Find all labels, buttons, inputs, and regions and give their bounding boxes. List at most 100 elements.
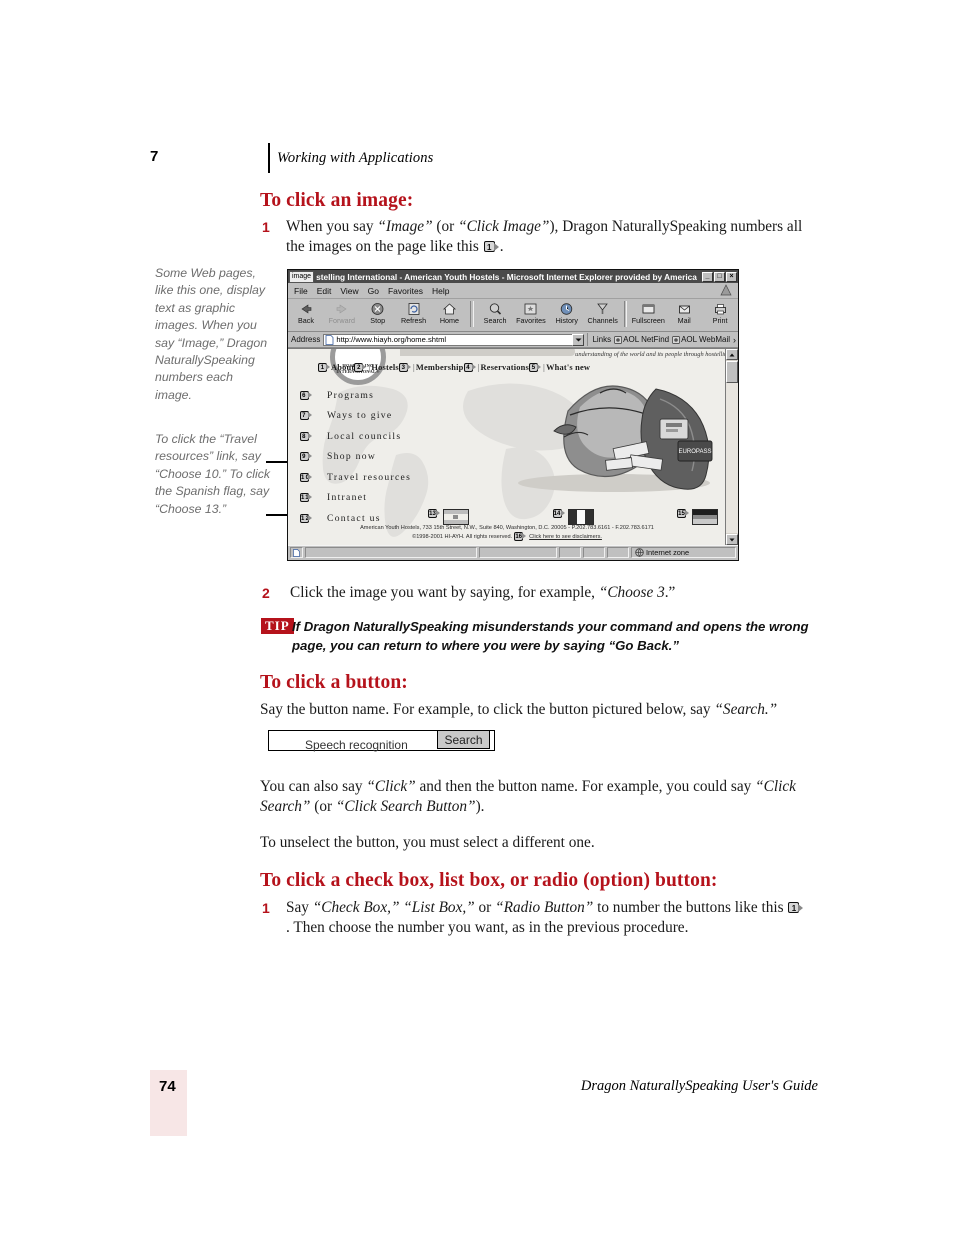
link-label-webmail: AOL WebMail <box>681 335 730 344</box>
menu-go[interactable]: Go <box>368 286 379 296</box>
scroll-down-button[interactable] <box>726 534 738 545</box>
toolbar-button-forward[interactable]: Forward <box>324 300 360 325</box>
page-document-icon <box>325 334 334 345</box>
toolbar-button-back[interactable]: Back <box>288 300 324 325</box>
address-input[interactable]: http://www.hiayh.org/home.shtml <box>323 333 573 346</box>
internet-explorer-logo-icon <box>719 284 733 297</box>
toolbar-label-refresh: Refresh <box>400 316 427 325</box>
aol-link-icon <box>614 335 622 344</box>
toolbar-label-stop: Stop <box>370 316 386 325</box>
number-badge-16: 16 <box>514 532 527 541</box>
internet-zone-label: Internet zone <box>646 548 690 557</box>
nav-item-hostels[interactable]: Hostels <box>371 363 398 372</box>
minimize-icon[interactable]: _ <box>702 271 713 282</box>
book-title-footer: Dragon NaturallySpeaking User's Guide <box>580 1078 818 1094</box>
language-flags: 13 • Espanol • 14 • Francais • 15 <box>428 509 718 525</box>
toolbar-button-channels[interactable]: Channels <box>585 300 621 325</box>
address-dropdown-icon[interactable] <box>572 333 585 346</box>
back-arrow-icon <box>288 300 324 317</box>
number-badge-15: 15 <box>677 509 690 518</box>
margin-note-1: Some Web pages, like this one, display t… <box>155 266 268 402</box>
left-nav-item-intranet[interactable]: 11 Intranet <box>300 488 411 509</box>
statusbar-cell-a <box>559 547 581 558</box>
flag-cell-german[interactable]: 15 • Deutsch • <box>677 509 718 525</box>
fullscreen-icon <box>630 300 666 317</box>
nav-item-membership[interactable]: Membership <box>416 363 464 372</box>
window-controls: _ □ × <box>702 271 737 282</box>
close-icon[interactable]: × <box>726 271 737 282</box>
toolbar-label-favorites: Favorites <box>516 316 546 325</box>
french-flag-icon: • Francais • <box>567 509 594 525</box>
print-icon <box>702 300 738 317</box>
links-overflow-chevron-icon[interactable]: › <box>733 335 736 345</box>
number-badge-11: 11 <box>300 493 313 503</box>
click-button-para-2: You can also say “Click” and then the bu… <box>260 778 796 815</box>
menu-favorites[interactable]: Favorites <box>388 286 423 296</box>
scrollbar-thumb[interactable] <box>726 361 738 383</box>
link-label-netfind: AOL NetFind <box>623 335 670 344</box>
toolbar-button-mail[interactable]: Mail <box>666 300 702 325</box>
browser-statusbar: Internet zone <box>288 545 738 559</box>
link-aol-netfind[interactable]: AOL NetFind <box>614 335 669 344</box>
nav-item-about[interactable]: About <box>331 363 354 372</box>
vertical-scrollbar[interactable] <box>725 349 738 545</box>
number-badge-7: 7 <box>300 411 313 421</box>
flag-cell-french[interactable]: 14 • Francais • <box>552 509 594 525</box>
menu-view[interactable]: View <box>340 286 358 296</box>
toolbar-button-stop[interactable]: Stop <box>360 300 396 325</box>
left-nav-item-travel-resources[interactable]: 10 Travel resources <box>300 467 411 488</box>
maximize-icon[interactable]: □ <box>714 271 725 282</box>
scrollbar-track[interactable] <box>726 383 738 533</box>
footer-copyright-line: ©1998-2001 HI-AYH. All rights reserved. … <box>288 532 726 541</box>
search-icon <box>477 300 513 317</box>
address-label: Address <box>291 335 321 344</box>
toolbar-button-fullscreen[interactable]: Fullscreen <box>630 300 666 325</box>
left-nav-item-ways-to-give[interactable]: 7 Ways to give <box>300 406 411 427</box>
page-number: 74 <box>159 1078 176 1095</box>
link-aol-webmail[interactable]: AOL WebMail <box>672 335 730 344</box>
toolbar-separator-2 <box>623 301 628 327</box>
statusbar-cell-c <box>607 547 629 558</box>
toolbar-label-home: Home <box>439 316 460 325</box>
scroll-up-button[interactable] <box>726 349 738 360</box>
left-nav-item-shop-now[interactable]: 9 Shop now <box>300 447 411 468</box>
toolbar-label-print: Print <box>712 316 728 325</box>
browser-address-bar: Address http://www.hiayh.org/home.shtml … <box>288 332 738 348</box>
menu-help[interactable]: Help <box>432 286 449 296</box>
toolbar-button-search[interactable]: Search <box>477 300 513 325</box>
browser-titlebar: image stelling International - American … <box>288 270 738 283</box>
left-nav-label-intranet: Intranet <box>327 492 368 504</box>
menu-edit[interactable]: Edit <box>317 286 332 296</box>
links-toolbar: Links AOL NetFind AOL WebMail › <box>587 333 738 346</box>
browser-toolbar: Back Forward Stop Refresh Home Search Fa… <box>288 299 738 332</box>
number-badge-3: 3 <box>398 363 412 372</box>
toolbar-button-print[interactable]: Print <box>702 300 738 325</box>
search-button-figure[interactable]: Search <box>437 730 490 749</box>
menu-file[interactable]: File <box>294 286 308 296</box>
aol-webmail-icon <box>672 335 680 344</box>
browser-title-text: stelling International - American Youth … <box>316 271 699 282</box>
toolbar-separator-1 <box>470 301 475 327</box>
spanish-flag-icon: • Espanol • <box>443 509 469 525</box>
number-badge-9: 9 <box>300 452 313 462</box>
toolbar-button-favorites[interactable]: Favorites <box>513 300 549 325</box>
number-badge-8: 8 <box>300 431 313 441</box>
toolbar-button-history[interactable]: History <box>549 300 585 325</box>
toolbar-button-home[interactable]: Home <box>432 300 468 325</box>
left-nav-item-local-councils[interactable]: 8 Local councils <box>300 426 411 447</box>
tip-text: If Dragon NaturallySpeaking misunderstan… <box>292 619 809 653</box>
browser-menubar: File Edit View Go Favorites Help <box>288 283 738 299</box>
left-nav-label-local-councils: Local councils <box>327 430 402 442</box>
backpack-travel-photo: EUROPASS <box>518 385 713 492</box>
flag-cell-spanish[interactable]: 13 • Espanol • <box>428 509 469 525</box>
toolbar-label-channels: Channels <box>587 316 618 325</box>
internet-zone-icon <box>635 548 644 557</box>
toolbar-button-refresh[interactable]: Refresh <box>396 300 432 325</box>
left-nav-label-travel-resources: Travel resources <box>327 471 412 483</box>
left-nav-item-programs[interactable]: 6 Programs <box>300 385 411 406</box>
footer-disclaimer-link[interactable]: Click here to see disclaimers. <box>529 533 602 541</box>
toolbar-label-mail: Mail <box>677 316 691 325</box>
left-nav-label-programs: Programs <box>327 389 375 401</box>
site-tagline: understanding of the world and its peopl… <box>575 351 726 358</box>
number-badge-2: 2 <box>354 363 367 372</box>
